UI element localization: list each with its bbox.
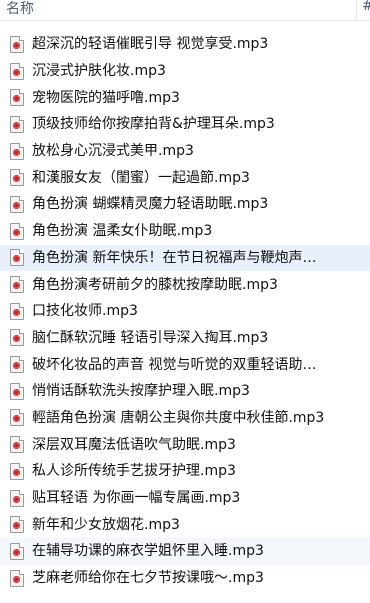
file-row[interactable]: 角色扮演 蝴蝶精灵魔力轻语助眠.mp3	[0, 191, 370, 218]
audio-file-icon	[10, 516, 24, 534]
file-row[interactable]: 和漢服女友（閨蜜）一起過節.mp3	[0, 164, 370, 191]
audio-file-icon	[10, 329, 24, 347]
column-divider[interactable]	[356, 0, 357, 20]
audio-file-icon	[10, 302, 24, 320]
audio-file-icon	[10, 89, 24, 107]
file-name: 在辅导功课的麻衣学姐怀里入睡.mp3	[32, 543, 264, 560]
file-row[interactable]: 脑仁酥软沉睡 轻语引导深入掏耳.mp3	[0, 325, 370, 352]
file-name: 沉浸式护肤化妆.mp3	[32, 63, 166, 80]
audio-file-icon	[10, 195, 24, 213]
audio-file-icon	[10, 169, 24, 187]
file-name: 角色扮演 新年快乐！在节日祝福声与鞭炮声…	[32, 249, 317, 266]
audio-file-icon	[10, 276, 24, 294]
file-name: 私人诊所传统手艺拔牙护理.mp3	[32, 463, 236, 480]
file-name: 悄悄话酥软洗头按摩护理入眠.mp3	[32, 383, 250, 400]
audio-file-icon	[10, 489, 24, 507]
file-row[interactable]: 沉浸式护肤化妆.mp3	[0, 58, 370, 85]
file-name: 輕語角色扮演 唐朝公主與你共度中秋佳節.mp3	[32, 409, 325, 426]
audio-file-icon	[10, 62, 24, 80]
file-row[interactable]: 輕語角色扮演 唐朝公主與你共度中秋佳節.mp3	[0, 405, 370, 432]
audio-file-icon	[10, 35, 24, 53]
audio-file-icon	[10, 222, 24, 240]
file-row[interactable]: 放松身心沉浸式美甲.mp3	[0, 138, 370, 165]
file-row[interactable]: 新年和少女放烟花.mp3	[0, 511, 370, 538]
audio-file-icon	[10, 382, 24, 400]
file-name: 口技化妆师.mp3	[32, 303, 138, 320]
file-name: 宠物医院的猫呼噜.mp3	[32, 89, 180, 106]
audio-file-icon	[10, 569, 24, 587]
column-header-number[interactable]: #	[362, 0, 370, 14]
audio-file-icon	[10, 356, 24, 374]
audio-file-icon	[10, 409, 24, 427]
file-row[interactable]: 芝麻老师给你在七夕节按课哦～.mp3	[0, 565, 370, 592]
file-row[interactable]: 贴耳轻语 为你画一幅专属画.mp3	[0, 485, 370, 512]
file-name: 角色扮演 蝴蝶精灵魔力轻语助眠.mp3	[32, 196, 269, 213]
audio-file-icon	[10, 436, 24, 454]
file-name: 和漢服女友（閨蜜）一起過節.mp3	[32, 169, 250, 186]
file-row[interactable]: 破坏化妆品的声音 视觉与听觉的双重轻语助…	[0, 351, 370, 378]
audio-file-icon	[10, 542, 24, 560]
file-row[interactable]: 角色扮演 新年快乐！在节日祝福声与鞭炮声…	[0, 244, 370, 272]
audio-file-icon	[10, 462, 24, 480]
file-row[interactable]: 在辅导功课的麻衣学姐怀里入睡.mp3	[0, 538, 370, 565]
file-row[interactable]: 角色扮演考研前夕的膝枕按摩助眠.mp3	[0, 271, 370, 298]
column-header-name[interactable]: 名称	[6, 0, 34, 18]
column-header: 名称 #	[0, 0, 370, 21]
file-list: 超深沉的轻语催眠引导 视觉享受.mp3 沉浸式护肤化妆.mp3 宠物医院的猫呼噜.m…	[0, 31, 370, 591]
file-row[interactable]: 顶级技师给你按摩拍背&护理耳朵.mp3	[0, 111, 370, 138]
audio-file-icon	[10, 249, 24, 267]
file-row[interactable]: 私人诊所传统手艺拔牙护理.mp3	[0, 458, 370, 485]
audio-file-icon	[10, 142, 24, 160]
file-row[interactable]: 口技化妆师.mp3	[0, 298, 370, 325]
audio-file-icon	[10, 115, 24, 133]
file-name: 角色扮演考研前夕的膝枕按摩助眠.mp3	[32, 276, 278, 293]
file-row[interactable]: 角色扮演 温柔女仆助眠.mp3	[0, 218, 370, 245]
file-name: 深层双耳魔法低语吹气助眠.mp3	[32, 436, 236, 453]
file-name: 放松身心沉浸式美甲.mp3	[32, 143, 194, 160]
file-name: 芝麻老师给你在七夕节按课哦～.mp3	[32, 570, 264, 587]
file-row[interactable]: 悄悄话酥软洗头按摩护理入眠.mp3	[0, 378, 370, 405]
file-name: 角色扮演 温柔女仆助眠.mp3	[32, 223, 213, 240]
file-row[interactable]: 深层双耳魔法低语吹气助眠.mp3	[0, 431, 370, 458]
file-name: 超深沉的轻语催眠引导 视觉享受.mp3	[32, 36, 269, 53]
file-name: 脑仁酥软沉睡 轻语引导深入掏耳.mp3	[32, 329, 269, 346]
file-name: 贴耳轻语 为你画一幅专属画.mp3	[32, 490, 241, 507]
file-row[interactable]: 宠物医院的猫呼噜.mp3	[0, 84, 370, 111]
file-name: 新年和少女放烟花.mp3	[32, 516, 180, 533]
file-name: 破坏化妆品的声音 视觉与听觉的双重轻语助…	[32, 356, 317, 373]
file-name: 顶级技师给你按摩拍背&护理耳朵.mp3	[32, 116, 275, 133]
file-row[interactable]: 超深沉的轻语催眠引导 视觉享受.mp3	[0, 31, 370, 58]
